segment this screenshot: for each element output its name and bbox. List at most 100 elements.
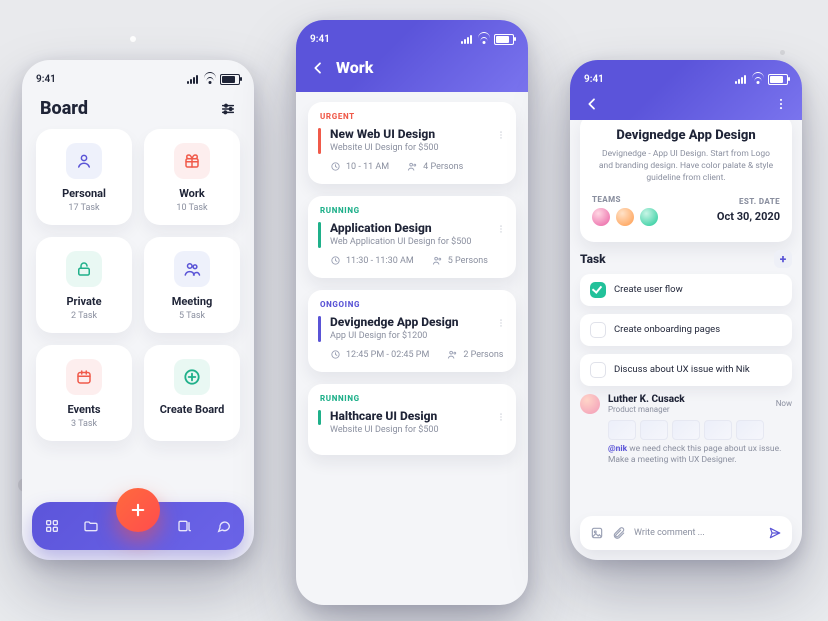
task-card[interactable]: RUNNING Application Design Web Applicatio… [308, 196, 516, 278]
checkbox-icon[interactable] [590, 322, 606, 338]
team-avatars [592, 208, 658, 226]
comment-time: Now [776, 399, 792, 408]
detail-card: Devignedge App Design Devignedge - App U… [580, 114, 792, 242]
avatar[interactable] [580, 394, 600, 414]
accent-bar [318, 128, 321, 154]
task-title: Halthcare UI Design [330, 409, 504, 423]
filter-icon[interactable] [220, 101, 236, 117]
task-row[interactable]: Discuss about UX issue with Nik [580, 354, 792, 386]
more-icon[interactable] [496, 410, 506, 424]
task-text: Create user flow [614, 284, 683, 295]
back-icon[interactable] [584, 96, 600, 112]
task-card[interactable]: RUNNING Halthcare UI DesignWebsite UI De… [308, 384, 516, 455]
board-card-personal[interactable]: Personal 17 Task [36, 129, 132, 225]
task-desc: Web Application UI Design for $500 [330, 237, 504, 247]
thumbnail[interactable] [704, 420, 732, 440]
persons-meta: 2 Persons [447, 349, 503, 360]
board-card-private[interactable]: Private 2 Task [36, 237, 132, 333]
boards-icon[interactable] [177, 518, 193, 534]
status-bar: 9:41 [570, 60, 802, 90]
board-label: Work [154, 187, 230, 200]
accent-bar [318, 410, 321, 425]
thumbnail[interactable] [736, 420, 764, 440]
task-card[interactable]: ONGOING Devignedge App DesignApp UI Desi… [308, 290, 516, 372]
phone-detail: 9:41 Devignedge App Design Devignedge - … [570, 60, 802, 560]
plus-circle-icon [174, 359, 210, 395]
cellular-icon [187, 75, 200, 84]
task-heading: Task [580, 252, 606, 266]
task-desc: Website UI Design for $500 [330, 143, 504, 153]
thumbnail[interactable] [672, 420, 700, 440]
comment-composer: Write comment ... [580, 516, 792, 550]
unlock-icon [66, 251, 102, 287]
persons-meta: 4 Persons [407, 161, 463, 172]
status-time: 9:41 [584, 74, 604, 85]
project-title: Devignedge App Design [592, 128, 780, 143]
battery-icon [220, 74, 240, 85]
back-icon[interactable] [310, 60, 326, 76]
phone-board: 9:41 Board Personal [22, 60, 254, 560]
more-icon[interactable] [496, 316, 506, 330]
users-icon [174, 251, 210, 287]
wifi-icon [204, 75, 216, 84]
teams-label: TEAMS [592, 195, 658, 204]
page-title: Work [336, 58, 373, 77]
task-title: New Web UI Design [330, 127, 504, 141]
avatar[interactable] [616, 208, 634, 226]
status-time: 9:41 [36, 74, 56, 85]
board-card-create[interactable]: Create Board [144, 345, 240, 441]
chat-icon[interactable] [216, 518, 232, 534]
persons-meta: 5 Persons [432, 255, 488, 266]
image-icon[interactable] [590, 526, 604, 540]
wifi-icon [478, 35, 490, 44]
task-text: Create onboarding pages [614, 324, 720, 335]
task-row[interactable]: Create onboarding pages [580, 314, 792, 346]
task-tag: RUNNING [320, 206, 504, 215]
status-icons [461, 34, 514, 45]
more-icon[interactable] [774, 97, 788, 111]
task-text: Discuss about UX issue with Nik [614, 364, 750, 375]
accent-bar [318, 316, 321, 342]
accent-bar [318, 222, 321, 248]
task-title: Application Design [330, 221, 504, 235]
checkbox-icon[interactable] [590, 282, 606, 298]
wifi-icon [752, 75, 764, 84]
more-icon[interactable] [496, 222, 506, 236]
attachment-thumbs [608, 420, 792, 440]
battery-icon [768, 74, 788, 85]
folder-icon[interactable] [83, 518, 99, 534]
add-task-button[interactable]: + [774, 250, 792, 268]
task-desc: Website UI Design for $500 [330, 425, 504, 435]
task-title: Devignedge App Design [330, 315, 504, 329]
cellular-icon [735, 75, 748, 84]
task-list: URGENT New Web UI DesignWebsite UI Desig… [296, 92, 528, 455]
time-meta: 10 - 11 AM [330, 161, 389, 172]
person-icon [66, 143, 102, 179]
board-card-work[interactable]: Work 10 Task [144, 129, 240, 225]
grid-icon[interactable] [44, 518, 60, 534]
task-row[interactable]: Create user flow [580, 274, 792, 306]
est-label: EST. DATE [717, 197, 780, 206]
attachment-icon[interactable] [612, 526, 626, 540]
fab-add[interactable] [116, 488, 160, 532]
thumbnail[interactable] [640, 420, 668, 440]
commenter-role: Product manager [608, 405, 685, 414]
checkbox-icon[interactable] [590, 362, 606, 378]
project-description: Devignedge - App UI Design. Start from L… [596, 149, 776, 185]
status-bar: 9:41 [296, 20, 528, 50]
task-tag: ONGOING [320, 300, 504, 309]
comment-block: Luther K. Cusack Product manager Now @ni… [580, 394, 792, 467]
board-card-events[interactable]: Events 3 Task [36, 345, 132, 441]
board-card-meeting[interactable]: Meeting 5 Task [144, 237, 240, 333]
avatar[interactable] [592, 208, 610, 226]
page-title: Board [40, 98, 88, 119]
thumbnail[interactable] [608, 420, 636, 440]
comment-input[interactable]: Write comment ... [634, 528, 760, 538]
gift-icon [174, 143, 210, 179]
board-label: Private [46, 295, 122, 308]
avatar[interactable] [640, 208, 658, 226]
more-icon[interactable] [496, 128, 506, 142]
task-card[interactable]: URGENT New Web UI DesignWebsite UI Desig… [308, 102, 516, 184]
status-bar: 9:41 [22, 60, 254, 90]
send-icon[interactable] [768, 526, 782, 540]
